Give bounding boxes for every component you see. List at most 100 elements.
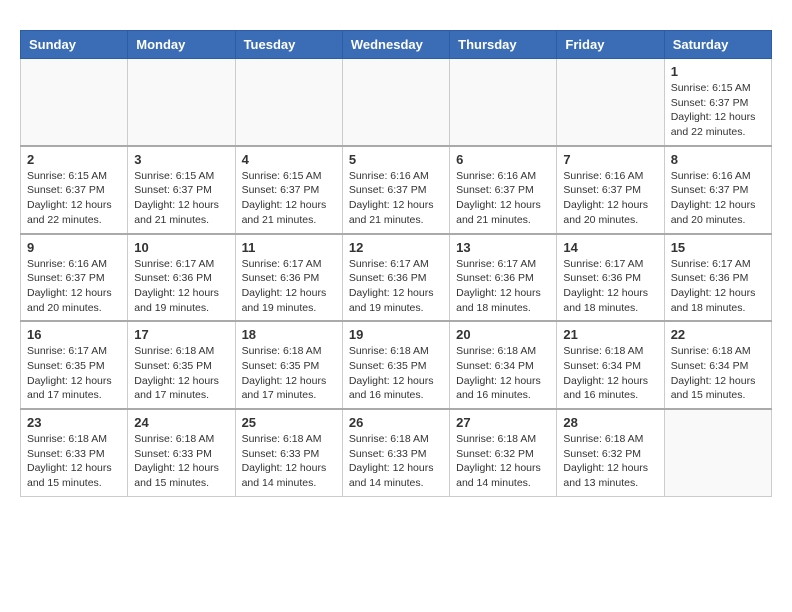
day-number: 4 [242,152,336,167]
day-info: Sunrise: 6:18 AM Sunset: 6:33 PM Dayligh… [27,432,121,491]
day-number: 25 [242,415,336,430]
day-number: 7 [563,152,657,167]
calendar-cell: 15 Sunrise: 6:17 AM Sunset: 6:36 PM Dayli… [664,234,771,322]
calendar-cell: 14 Sunrise: 6:17 AM Sunset: 6:36 PM Dayli… [557,234,664,322]
calendar-cell: 8 Sunrise: 6:16 AM Sunset: 6:37 PM Daylig… [664,146,771,234]
calendar-cell: 23 Sunrise: 6:18 AM Sunset: 6:33 PM Dayli… [21,409,128,496]
day-number: 27 [456,415,550,430]
day-number: 19 [349,327,443,342]
day-number: 2 [27,152,121,167]
day-info: Sunrise: 6:15 AM Sunset: 6:37 PM Dayligh… [671,81,765,140]
day-number: 14 [563,240,657,255]
calendar-header-row: SundayMondayTuesdayWednesdayThursdayFrid… [21,31,772,59]
calendar-cell: 9 Sunrise: 6:16 AM Sunset: 6:37 PM Daylig… [21,234,128,322]
day-number: 8 [671,152,765,167]
calendar-cell [342,59,449,146]
day-info: Sunrise: 6:16 AM Sunset: 6:37 PM Dayligh… [349,169,443,228]
day-info: Sunrise: 6:18 AM Sunset: 6:32 PM Dayligh… [563,432,657,491]
day-number: 26 [349,415,443,430]
col-header-friday: Friday [557,31,664,59]
day-number: 16 [27,327,121,342]
calendar-cell: 22 Sunrise: 6:18 AM Sunset: 6:34 PM Dayli… [664,321,771,409]
day-info: Sunrise: 6:15 AM Sunset: 6:37 PM Dayligh… [242,169,336,228]
calendar-cell [557,59,664,146]
day-info: Sunrise: 6:17 AM Sunset: 6:36 PM Dayligh… [563,257,657,316]
day-info: Sunrise: 6:18 AM Sunset: 6:33 PM Dayligh… [349,432,443,491]
calendar-cell: 3Sunrise: 6:15 AM Sunset: 6:37 PM Daylig… [128,146,235,234]
calendar-cell: 5 Sunrise: 6:16 AM Sunset: 6:37 PM Daylig… [342,146,449,234]
day-number: 9 [27,240,121,255]
day-info: Sunrise: 6:16 AM Sunset: 6:37 PM Dayligh… [456,169,550,228]
day-number: 23 [27,415,121,430]
day-info: Sunrise: 6:18 AM Sunset: 6:34 PM Dayligh… [456,344,550,403]
day-number: 15 [671,240,765,255]
day-info: Sunrise: 6:18 AM Sunset: 6:34 PM Dayligh… [563,344,657,403]
calendar-cell: 18 Sunrise: 6:18 AM Sunset: 6:35 PM Dayli… [235,321,342,409]
day-info: Sunrise: 6:17 AM Sunset: 6:36 PM Dayligh… [242,257,336,316]
calendar-cell: 25 Sunrise: 6:18 AM Sunset: 6:33 PM Dayli… [235,409,342,496]
calendar-cell [664,409,771,496]
day-info: Sunrise: 6:18 AM Sunset: 6:34 PM Dayligh… [671,344,765,403]
calendar-cell: 10 Sunrise: 6:17 AM Sunset: 6:36 PM Dayli… [128,234,235,322]
day-number: 20 [456,327,550,342]
day-number: 11 [242,240,336,255]
day-number: 17 [134,327,228,342]
calendar-week-row: 16Sunrise: 6:17 AM Sunset: 6:35 PM Dayli… [21,321,772,409]
col-header-tuesday: Tuesday [235,31,342,59]
calendar-cell: 12 Sunrise: 6:17 AM Sunset: 6:36 PM Dayli… [342,234,449,322]
day-info: Sunrise: 6:16 AM Sunset: 6:37 PM Dayligh… [27,257,121,316]
day-number: 13 [456,240,550,255]
calendar-week-row: 23 Sunrise: 6:18 AM Sunset: 6:33 PM Dayli… [21,409,772,496]
calendar-cell: 17 Sunrise: 6:18 AM Sunset: 6:35 PM Dayli… [128,321,235,409]
calendar-week-row: 1 Sunrise: 6:15 AM Sunset: 6:37 PM Daylig… [21,59,772,146]
day-number: 18 [242,327,336,342]
day-number: 6 [456,152,550,167]
calendar-cell [21,59,128,146]
day-number: 3 [134,152,228,167]
col-header-saturday: Saturday [664,31,771,59]
day-number: 21 [563,327,657,342]
day-number: 5 [349,152,443,167]
col-header-sunday: Sunday [21,31,128,59]
calendar-week-row: 2 Sunrise: 6:15 AM Sunset: 6:37 PM Daylig… [21,146,772,234]
day-info: Sunrise: 6:16 AM Sunset: 6:37 PM Dayligh… [563,169,657,228]
calendar-cell: 21 Sunrise: 6:18 AM Sunset: 6:34 PM Dayli… [557,321,664,409]
calendar-cell: 4 Sunrise: 6:15 AM Sunset: 6:37 PM Daylig… [235,146,342,234]
calendar-cell: 16Sunrise: 6:17 AM Sunset: 6:35 PM Dayli… [21,321,128,409]
calendar-cell: 24 Sunrise: 6:18 AM Sunset: 6:33 PM Dayli… [128,409,235,496]
day-number: 10 [134,240,228,255]
calendar-cell: 27 Sunrise: 6:18 AM Sunset: 6:32 PM Dayli… [450,409,557,496]
day-number: 22 [671,327,765,342]
calendar-cell: 28 Sunrise: 6:18 AM Sunset: 6:32 PM Dayli… [557,409,664,496]
day-info: Sunrise: 6:15 AM Sunset: 6:37 PM Dayligh… [27,169,121,228]
day-number: 1 [671,64,765,79]
calendar: SundayMondayTuesdayWednesdayThursdayFrid… [20,30,772,497]
col-header-wednesday: Wednesday [342,31,449,59]
calendar-cell: 19 Sunrise: 6:18 AM Sunset: 6:35 PM Dayli… [342,321,449,409]
day-info: Sunrise: 6:17 AM Sunset: 6:36 PM Dayligh… [456,257,550,316]
day-info: Sunrise: 6:18 AM Sunset: 6:35 PM Dayligh… [242,344,336,403]
day-number: 12 [349,240,443,255]
day-info: Sunrise: 6:17 AM Sunset: 6:36 PM Dayligh… [349,257,443,316]
day-number: 28 [563,415,657,430]
day-number: 24 [134,415,228,430]
calendar-cell [450,59,557,146]
col-header-thursday: Thursday [450,31,557,59]
calendar-cell: 13 Sunrise: 6:17 AM Sunset: 6:36 PM Dayli… [450,234,557,322]
day-info: Sunrise: 6:17 AM Sunset: 6:36 PM Dayligh… [671,257,765,316]
col-header-monday: Monday [128,31,235,59]
calendar-cell: 6 Sunrise: 6:16 AM Sunset: 6:37 PM Daylig… [450,146,557,234]
calendar-cell: 26 Sunrise: 6:18 AM Sunset: 6:33 PM Dayli… [342,409,449,496]
calendar-cell: 11 Sunrise: 6:17 AM Sunset: 6:36 PM Dayli… [235,234,342,322]
day-info: Sunrise: 6:18 AM Sunset: 6:35 PM Dayligh… [349,344,443,403]
day-info: Sunrise: 6:16 AM Sunset: 6:37 PM Dayligh… [671,169,765,228]
calendar-week-row: 9 Sunrise: 6:16 AM Sunset: 6:37 PM Daylig… [21,234,772,322]
day-info: Sunrise: 6:18 AM Sunset: 6:33 PM Dayligh… [134,432,228,491]
day-info: Sunrise: 6:18 AM Sunset: 6:32 PM Dayligh… [456,432,550,491]
calendar-cell: 2 Sunrise: 6:15 AM Sunset: 6:37 PM Daylig… [21,146,128,234]
day-info: Sunrise: 6:18 AM Sunset: 6:35 PM Dayligh… [134,344,228,403]
calendar-cell: 7 Sunrise: 6:16 AM Sunset: 6:37 PM Daylig… [557,146,664,234]
day-info: Sunrise: 6:18 AM Sunset: 6:33 PM Dayligh… [242,432,336,491]
day-info: Sunrise: 6:17 AM Sunset: 6:36 PM Dayligh… [134,257,228,316]
calendar-cell [128,59,235,146]
